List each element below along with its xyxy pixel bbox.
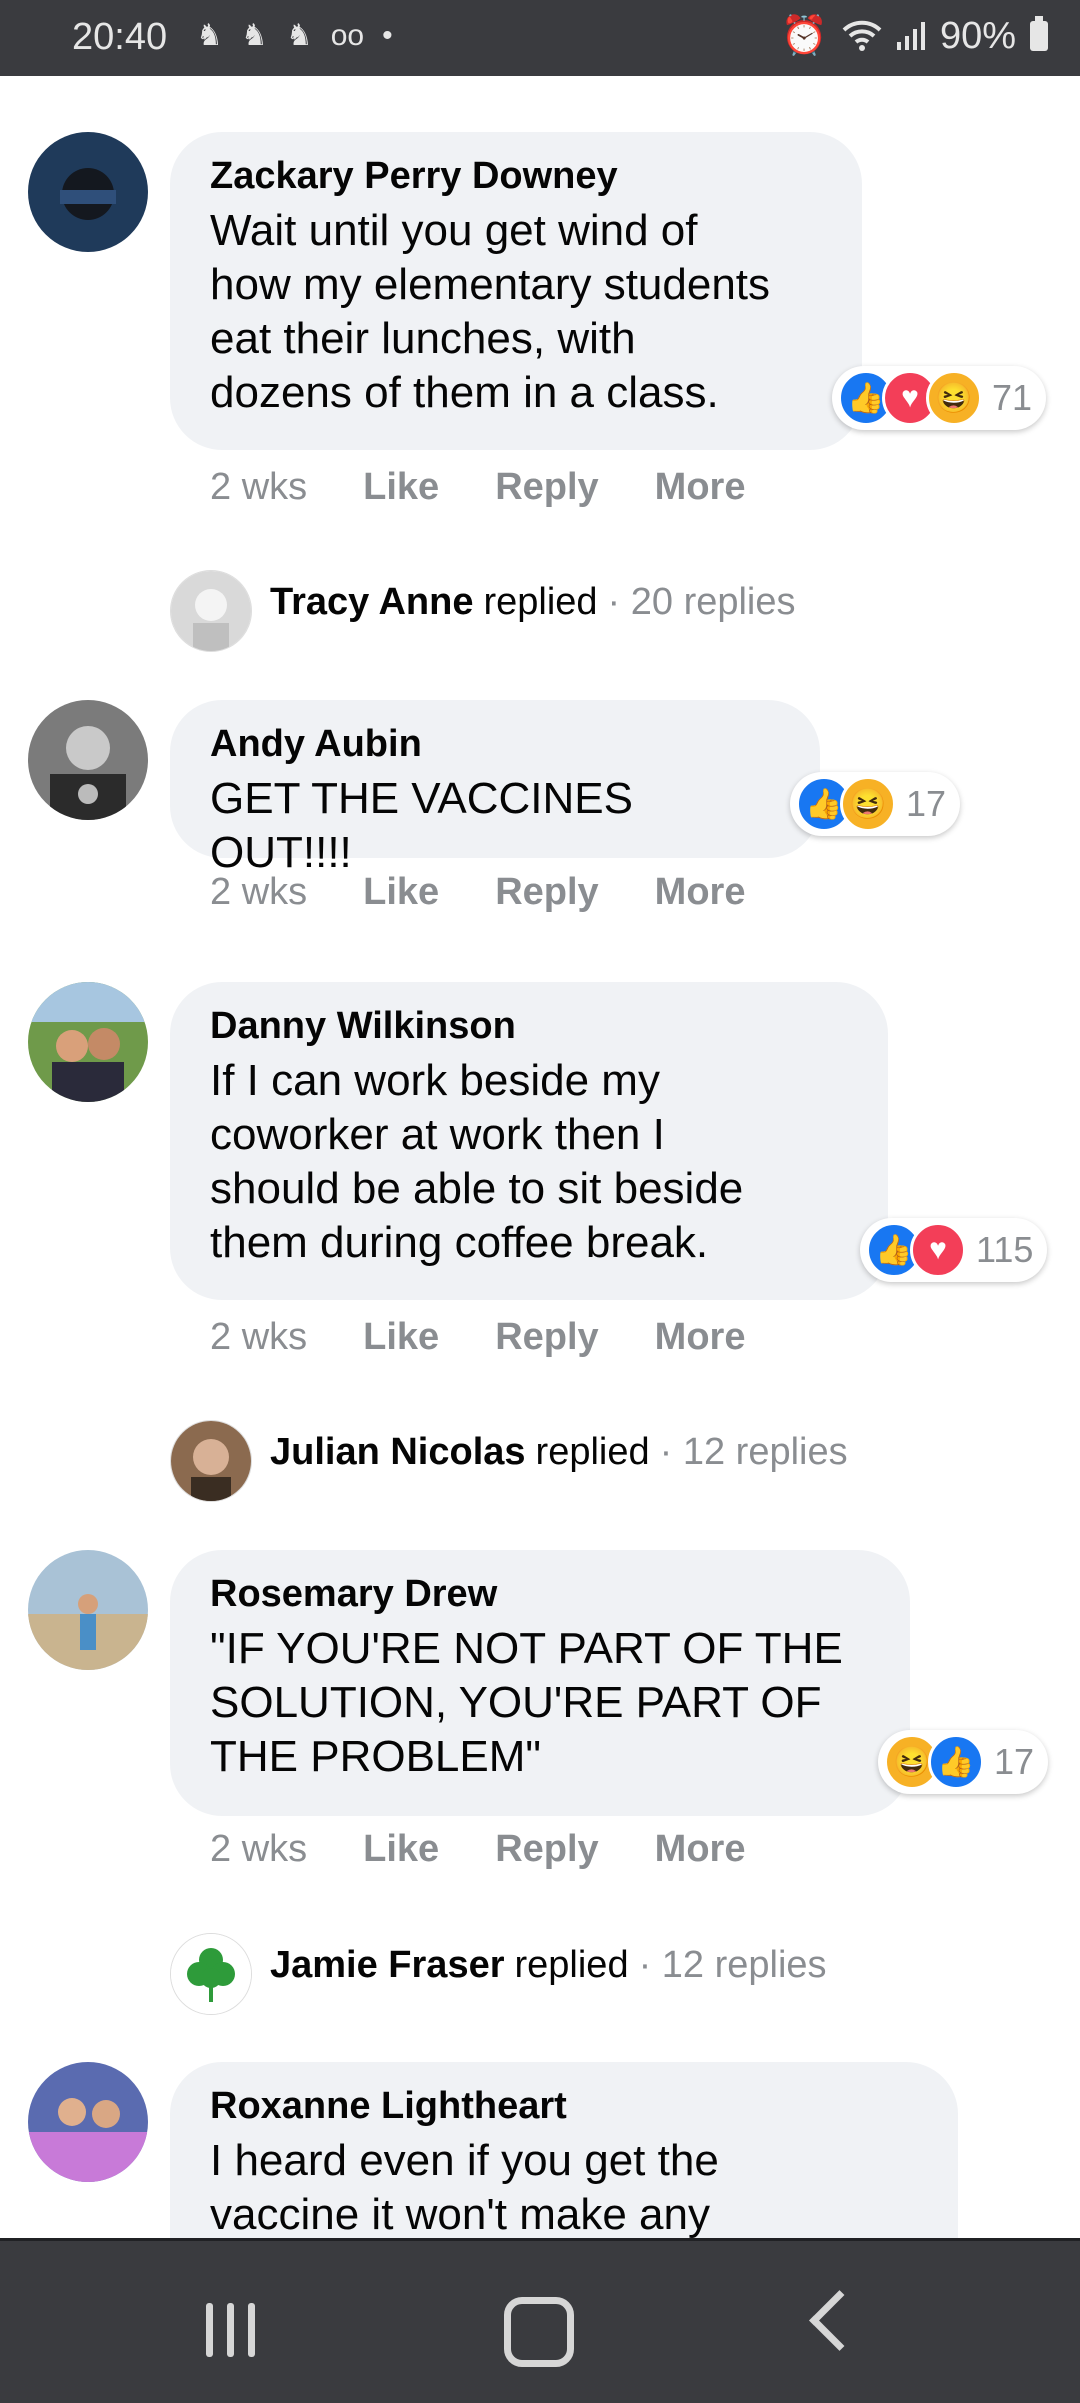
comment-text: Wait until you get wind of how my elemen…	[210, 206, 771, 417]
reaction-count: 17	[906, 783, 947, 824]
view-replies-link[interactable]: Julian Nicolas replied · 12 replies	[270, 1431, 848, 1474]
voicemail-icon: oo	[330, 18, 365, 52]
love-reaction-icon: ♥	[910, 1222, 966, 1278]
comment-author[interactable]: Zackary Perry Downey	[210, 152, 822, 200]
reply-count: · 20 replies	[607, 581, 796, 623]
more-button[interactable]: More	[655, 1316, 746, 1359]
alarm-icon: ⏰	[780, 15, 828, 57]
status-time: 20:40	[72, 16, 168, 58]
haha-reaction-icon: 😆	[840, 776, 896, 832]
comment-bubble[interactable]: Danny Wilkinson If I can work beside my …	[170, 982, 888, 1300]
view-replies-link[interactable]: Tracy Anne replied · 20 replies	[270, 581, 796, 624]
comment-time: 2 wks	[210, 466, 308, 508]
reply-button[interactable]: Reply	[495, 1828, 598, 1871]
comment-time: 2 wks	[210, 871, 308, 913]
back-button[interactable]	[809, 2290, 870, 2351]
haha-reaction-icon: 😆	[926, 370, 982, 426]
dot-icon: •	[382, 18, 393, 52]
avatar[interactable]	[28, 2062, 148, 2182]
comment-actions: 2 wks Like Reply More	[210, 466, 801, 509]
reply-avatar[interactable]	[170, 570, 252, 652]
system-icons: ⏰ 90%	[781, 14, 1048, 58]
avatar[interactable]	[28, 982, 148, 1102]
view-replies-link[interactable]: Jamie Fraser replied · 12 replies	[270, 1944, 827, 1987]
reply-author: Tracy Anne	[270, 581, 474, 623]
reaction-summary[interactable]: 😆 👍 17	[878, 1730, 1049, 1794]
reply-avatar[interactable]	[170, 1933, 252, 2015]
reply-button[interactable]: Reply	[495, 871, 598, 914]
comment-actions: 2 wks Like Reply More	[210, 1828, 801, 1871]
like-reaction-icon: 👍	[928, 1734, 984, 1790]
home-button[interactable]	[504, 2297, 574, 2367]
like-button[interactable]: Like	[363, 1316, 439, 1359]
comment-time: 2 wks	[210, 1316, 308, 1358]
reply-author: Jamie Fraser	[270, 1944, 505, 1986]
comment-actions: 2 wks Like Reply More	[210, 1316, 801, 1359]
battery-icon	[1030, 16, 1048, 51]
more-button[interactable]: More	[655, 1828, 746, 1871]
elephant-icon: ♞	[196, 19, 223, 52]
reply-count: · 12 replies	[659, 1431, 848, 1473]
like-button[interactable]: Like	[363, 871, 439, 914]
comment-text: I heard even if you get the vaccine it w…	[210, 2136, 719, 2238]
reaction-count: 115	[976, 1229, 1034, 1270]
reply-button[interactable]: Reply	[495, 466, 598, 509]
reaction-summary[interactable]: 👍 ♥ 😆 71	[832, 366, 1047, 430]
comment-author[interactable]: Andy Aubin	[210, 720, 780, 768]
reply-avatar[interactable]	[170, 1420, 252, 1502]
comment-author[interactable]: Roxanne Lightheart	[210, 2082, 918, 2130]
comment-bubble[interactable]: Andy Aubin GET THE VACCINES OUT!!!!	[170, 700, 820, 877]
reaction-summary[interactable]: 👍 ♥ 115	[860, 1218, 1048, 1282]
elephant-icon: ♞	[285, 19, 313, 52]
reply-count: · 12 replies	[638, 1944, 827, 1986]
comment-bubble[interactable]: Roxanne Lightheart I heard even if you g…	[170, 2062, 958, 2238]
reply-author: Julian Nicolas	[270, 1431, 526, 1473]
comment-text: "IF YOU'RE NOT PART OF THE SOLUTION, YOU…	[210, 1624, 843, 1781]
comments-feed[interactable]: Zackary Perry Downey Wait until you get …	[0, 76, 1080, 2238]
avatar[interactable]	[28, 1550, 148, 1670]
wifi-icon	[842, 20, 882, 51]
comment-author[interactable]: Danny Wilkinson	[210, 1002, 848, 1050]
comment-bubble[interactable]: Zackary Perry Downey Wait until you get …	[170, 132, 862, 450]
more-button[interactable]: More	[655, 466, 746, 509]
signal-icon	[896, 22, 925, 50]
avatar[interactable]	[28, 132, 148, 252]
comment-actions: 2 wks Like Reply More	[210, 871, 801, 914]
comment-text: If I can work beside my coworker at work…	[210, 1056, 744, 1267]
avatar[interactable]	[28, 700, 148, 820]
notification-icons: ♞ ♞ ♞ oo •	[196, 18, 393, 53]
comment-text: GET THE VACCINES OUT!!!!	[210, 774, 633, 877]
like-button[interactable]: Like	[363, 466, 439, 509]
system-navigation-bar	[0, 2238, 1080, 2403]
battery-percent: 90%	[939, 14, 1016, 57]
more-button[interactable]: More	[655, 871, 746, 914]
comment-author[interactable]: Rosemary Drew	[210, 1570, 870, 1618]
reaction-count: 17	[994, 1741, 1035, 1782]
reply-button[interactable]: Reply	[495, 1316, 598, 1359]
elephant-icon: ♞	[240, 19, 268, 52]
recent-apps-button[interactable]	[206, 2303, 255, 2357]
reaction-count: 71	[992, 377, 1033, 418]
like-button[interactable]: Like	[363, 1828, 439, 1871]
reaction-summary[interactable]: 👍 😆 17	[790, 772, 961, 836]
comment-bubble[interactable]: Rosemary Drew "IF YOU'RE NOT PART OF THE…	[170, 1550, 910, 1816]
status-bar: 20:40 ♞ ♞ ♞ oo • ⏰ 90%	[0, 0, 1080, 76]
comment-time: 2 wks	[210, 1828, 308, 1870]
